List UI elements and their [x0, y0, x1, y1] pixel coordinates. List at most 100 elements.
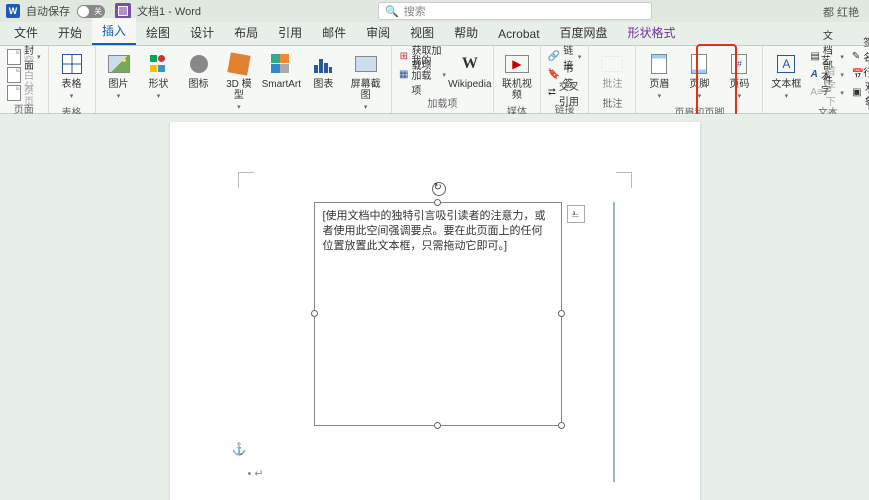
- online-video-button[interactable]: ▶联机视频: [498, 48, 536, 103]
- search-box[interactable]: 🔍 搜索: [378, 2, 652, 20]
- comment-button[interactable]: 批注: [593, 48, 631, 92]
- screenshot-button[interactable]: 屏幕截图▾: [344, 48, 387, 115]
- icons-button[interactable]: 图标: [180, 48, 218, 92]
- icons-icon: [185, 50, 213, 78]
- textbox-button[interactable]: A文本框▾: [767, 48, 805, 104]
- smartart-button[interactable]: SmartArt: [260, 48, 302, 92]
- chevron-down-icon: ▾: [658, 93, 662, 100]
- page-icon: [7, 86, 21, 100]
- tab-design[interactable]: 设计: [180, 20, 224, 45]
- rotate-handle[interactable]: [432, 182, 446, 196]
- wikipedia-icon: W: [456, 50, 484, 78]
- pagenum-button[interactable]: #页码▾: [720, 48, 758, 104]
- group-text: A文本框▾ ▤文档部件 ▾ A艺术字 ▾ A≡首字下沉 ▾ ✎签名行 ▾ 📅日期…: [763, 46, 869, 113]
- wikipedia-button[interactable]: WWikipedia: [451, 48, 489, 92]
- group-illustrations: 图片▾ 形状▾ 图标 3D 模型▾ SmartArt 图表 屏幕截图▾ 插图: [96, 46, 392, 113]
- object-button[interactable]: ▣对象 ▾: [849, 84, 869, 101]
- paragraph-mark: • ↵: [248, 467, 264, 480]
- chart-button[interactable]: 图表: [304, 48, 342, 92]
- table-button[interactable]: 表格▾: [53, 48, 91, 104]
- signature-icon: ✎: [852, 50, 860, 64]
- autosave-state: 关: [94, 6, 102, 17]
- user-name[interactable]: 都 红艳: [823, 4, 859, 20]
- dropcap-icon: A≡: [810, 86, 823, 100]
- image-icon: [105, 50, 133, 78]
- tab-help[interactable]: 帮助: [444, 20, 488, 45]
- page-icon: [7, 68, 21, 82]
- pictures-button[interactable]: 图片▾: [100, 48, 138, 104]
- shadow-line: [613, 202, 615, 482]
- tab-references[interactable]: 引用: [268, 20, 312, 45]
- chevron-down-icon: ▾: [442, 71, 446, 79]
- dropcap-button[interactable]: A≡首字下沉 ▾: [807, 84, 847, 101]
- group-addins: ⊞获取加载项 ▦我的加载项 ▾ WWikipedia 加载项: [392, 46, 494, 113]
- anchor-icon[interactable]: ⚓: [232, 442, 247, 456]
- 3d-models-button[interactable]: 3D 模型▾: [220, 48, 259, 115]
- chevron-down-icon: ▾: [738, 93, 742, 100]
- comment-icon: [598, 50, 626, 78]
- resize-handle-e[interactable]: [558, 310, 565, 317]
- save-icon: [118, 6, 128, 16]
- group-media: ▶联机视频 媒体: [494, 46, 541, 113]
- screenshot-icon: [352, 50, 380, 78]
- save-button[interactable]: [115, 3, 131, 19]
- document-title: 文档1 - Word: [137, 3, 201, 19]
- link-icon: 🔗: [548, 50, 560, 64]
- quickparts-icon: ▤: [810, 50, 819, 64]
- addins-icon: ▦: [399, 68, 408, 82]
- tab-draw[interactable]: 绘图: [136, 20, 180, 45]
- group-comments: 批注 批注: [589, 46, 636, 113]
- header-button[interactable]: 页眉▾: [640, 48, 678, 104]
- tab-shape-format[interactable]: 形状格式: [618, 20, 686, 45]
- group-tables: 表格▾ 表格: [49, 46, 96, 113]
- search-icon: 🔍: [385, 5, 399, 18]
- tab-acrobat[interactable]: Acrobat: [488, 23, 549, 45]
- text-box-content[interactable]: [使用文档中的独特引言吸引读者的注意力，或者使用此空间强调要点。要在此页面上的任…: [315, 203, 561, 260]
- video-icon: ▶: [503, 50, 531, 78]
- chevron-down-icon: ▾: [70, 93, 74, 100]
- toggle-knob: [78, 6, 89, 17]
- datetime-icon: 📅: [852, 68, 864, 82]
- my-addins-button[interactable]: ▦我的加载项 ▾: [396, 66, 449, 83]
- page[interactable]: ⎁ [使用文档中的独特引言吸引读者的注意力，或者使用此空间强调要点。要在此页面上…: [170, 122, 700, 500]
- search-placeholder: 搜索: [404, 3, 426, 19]
- footer-button[interactable]: 页脚▾: [680, 48, 718, 104]
- chevron-down-icon: ▾: [785, 93, 789, 100]
- text-box[interactable]: [使用文档中的独特引言吸引读者的注意力，或者使用此空间强调要点。要在此页面上的任…: [314, 202, 562, 426]
- group-label: 批注: [602, 95, 622, 111]
- resize-handle-n[interactable]: [434, 199, 441, 206]
- layout-options-button[interactable]: ⎁: [567, 205, 585, 223]
- tab-mailings[interactable]: 邮件: [312, 20, 356, 45]
- page-break-button[interactable]: 分页: [4, 84, 44, 101]
- margin-mark: [616, 172, 632, 188]
- resize-handle-w[interactable]: [311, 310, 318, 317]
- shapes-icon: [145, 50, 173, 78]
- ribbon: 封面 ▾ 空白页 分页 页面 表格▾ 表格 图片▾ 形状▾ 图标 3D 模型▾ …: [0, 46, 869, 114]
- chart-icon: [309, 50, 337, 78]
- resize-handle-br[interactable]: [558, 422, 565, 429]
- chevron-down-icon: ▾: [698, 93, 702, 100]
- tab-home[interactable]: 开始: [48, 20, 92, 45]
- object-icon: ▣: [852, 86, 862, 100]
- shapes-button[interactable]: 形状▾: [140, 48, 178, 104]
- signature-button[interactable]: ✎签名行 ▾: [849, 48, 869, 65]
- chevron-down-icon: ▾: [840, 89, 844, 97]
- header-icon: [645, 50, 673, 78]
- autosave-label: 自动保存: [26, 3, 70, 19]
- chevron-down-icon: ▾: [157, 93, 161, 100]
- 3d-icon: [225, 50, 253, 78]
- margin-mark: [238, 172, 254, 188]
- tab-layout[interactable]: 布局: [224, 20, 268, 45]
- chevron-down-icon: ▾: [237, 104, 241, 111]
- group-headerfooter: 页眉▾ 页脚▾ #页码▾ 页眉和页脚: [636, 46, 763, 113]
- word-app-icon: W: [6, 4, 20, 18]
- document-canvas[interactable]: ⎁ [使用文档中的独特引言吸引读者的注意力，或者使用此空间强调要点。要在此页面上…: [0, 114, 869, 500]
- resize-handle-s[interactable]: [434, 422, 441, 429]
- pagenum-icon: #: [725, 50, 753, 78]
- tab-insert[interactable]: 插入: [92, 18, 136, 45]
- crossref-button[interactable]: ⮂交叉引用: [545, 84, 585, 101]
- autosave-toggle[interactable]: 关: [77, 5, 105, 18]
- tab-review[interactable]: 审阅: [356, 20, 400, 45]
- store-icon: ⊞: [399, 50, 409, 64]
- tab-baidu[interactable]: 百度网盘: [550, 20, 618, 45]
